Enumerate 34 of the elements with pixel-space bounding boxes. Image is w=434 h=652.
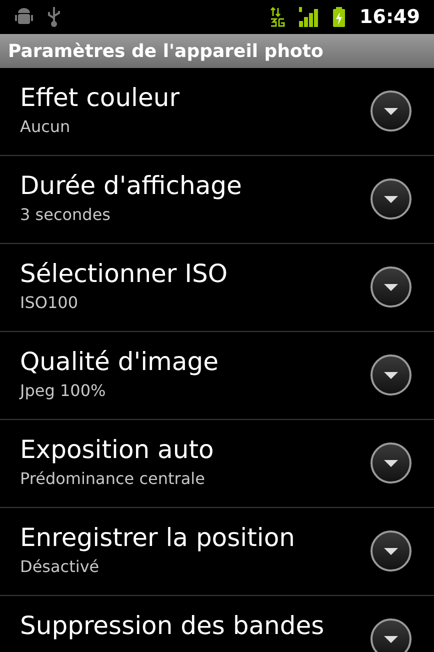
dropdown-icon	[370, 442, 412, 484]
setting-title: Effet couleur	[20, 82, 180, 114]
android-icon	[14, 7, 34, 27]
settings-item[interactable]: Qualité d'image Jpeg 100%	[0, 332, 434, 420]
setting-value: Prédominance centrale	[20, 468, 206, 490]
screen-title: Paramètres de l'appareil photo	[8, 40, 324, 64]
setting-title: Suppression des bandes	[20, 610, 326, 642]
battery-charging-icon	[332, 6, 346, 28]
signal-icon	[298, 6, 320, 28]
dropdown-icon	[370, 354, 412, 396]
settings-item[interactable]: Enregistrer la position Désactivé	[0, 508, 434, 596]
setting-title: Durée d'affichage	[20, 170, 243, 202]
dropdown-icon	[370, 90, 412, 132]
settings-item[interactable]: Effet couleur Aucun	[0, 68, 434, 156]
usb-icon	[46, 6, 62, 28]
setting-value: Aucun	[20, 116, 72, 138]
dropdown-icon	[370, 530, 412, 572]
settings-item[interactable]: Durée d'affichage 3 secondes	[0, 156, 434, 244]
setting-title: Qualité d'image	[20, 346, 220, 378]
setting-value: Jpeg 100%	[20, 380, 107, 402]
dropdown-icon	[370, 618, 412, 652]
network-3g-icon	[270, 6, 288, 28]
settings-item[interactable]: Sélectionner ISO ISO100	[0, 244, 434, 332]
setting-title: Exposition auto	[20, 434, 215, 466]
dropdown-icon	[370, 266, 412, 308]
setting-value: ISO100	[20, 292, 80, 314]
setting-value: Désactivé	[20, 556, 100, 578]
settings-item[interactable]: Suppression des bandes	[0, 596, 434, 652]
settings-item[interactable]: Exposition auto Prédominance centrale	[0, 420, 434, 508]
setting-title: Enregistrer la position	[20, 522, 296, 554]
dropdown-icon	[370, 178, 412, 220]
setting-title: Sélectionner ISO	[20, 258, 229, 290]
setting-value: 3 secondes	[20, 204, 112, 226]
clock-time: 16:49	[360, 4, 420, 30]
